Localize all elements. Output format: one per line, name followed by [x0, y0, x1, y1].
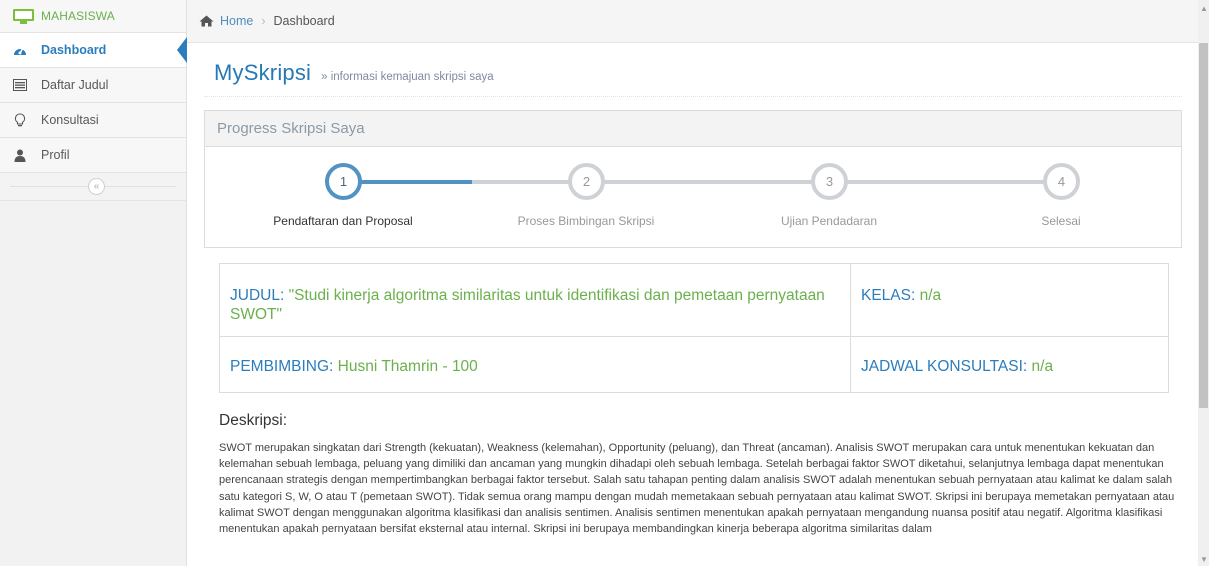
jadwal-cell: JADWAL KONSULTASI: n/a — [861, 357, 1053, 376]
sidebar-item-dashboard[interactable]: Dashboard — [0, 33, 187, 68]
kelas-label: KELAS: — [861, 287, 916, 304]
sidebar: MAHASISWA Dashboard Daftar Judul Konsult… — [0, 0, 187, 566]
sidebar-collapse: « — [0, 173, 186, 201]
progress-widget-title: Progress Skripsi Saya — [205, 111, 1181, 147]
deskripsi-heading: Deskripsi: — [219, 412, 288, 429]
jadwal-label: JADWAL KONSULTASI: — [861, 358, 1028, 375]
progress-widget: Progress Skripsi Saya 1 2 3 4 Pendaftara… — [204, 110, 1182, 248]
page-header: MySkripsi » informasi kemajuan skripsi s… — [204, 52, 1182, 97]
step-circle-3: 3 — [811, 163, 848, 200]
page-title: MySkripsi — [214, 60, 312, 85]
judul-value: "Studi kinerja algoritma similaritas unt… — [230, 287, 825, 323]
scroll-up-icon[interactable]: ▲ — [1200, 4, 1208, 13]
judul-cell: JUDUL: "Studi kinerja algoritma similari… — [230, 286, 840, 324]
step-circle-1: 1 — [325, 163, 362, 200]
step-circle-4: 4 — [1043, 163, 1080, 200]
step-label-2: Proses Bimbingan Skripsi — [517, 214, 655, 228]
sidebar-item-daftar-judul[interactable]: Daftar Judul — [0, 68, 186, 103]
collapse-sidebar-button[interactable]: « — [88, 178, 105, 195]
sidebar-header-label: MAHASISWA — [41, 9, 115, 23]
monitor-icon — [13, 8, 34, 24]
vertical-scrollbar[interactable]: ▲ ▼ — [1198, 0, 1209, 566]
breadcrumb-separator: › — [261, 14, 266, 28]
sidebar-header: MAHASISWA — [0, 0, 186, 33]
user-icon — [13, 148, 27, 162]
skripsi-info-table: JUDUL: "Studi kinerja algoritma similari… — [219, 263, 1169, 393]
list-icon — [13, 78, 27, 92]
sidebar-item-profil[interactable]: Profil — [0, 138, 186, 173]
step-track-pending — [472, 180, 1061, 184]
sidebar-item-label: Profil — [41, 148, 70, 162]
sidebar-item-label: Daftar Judul — [41, 78, 109, 92]
step-circle-2: 2 — [568, 163, 605, 200]
pembimbing-value: Husni Thamrin - 100 — [333, 358, 478, 375]
breadcrumb: Home › Dashboard — [187, 0, 1198, 43]
scroll-down-icon[interactable]: ▼ — [1200, 555, 1208, 564]
step-label-1: Pendaftaran dan Proposal — [273, 214, 413, 228]
page-subtitle: » informasi kemajuan skripsi saya — [321, 71, 494, 83]
step-track-done — [345, 180, 472, 184]
scrollbar-thumb[interactable] — [1199, 43, 1208, 408]
jadwal-value: n/a — [1027, 358, 1054, 375]
progress-steps: 1 2 3 4 Pendaftaran dan Proposal Proses … — [205, 147, 1181, 247]
pembimbing-cell: PEMBIMBING: Husni Thamrin - 100 — [230, 357, 478, 376]
sidebar-item-konsultasi[interactable]: Konsultasi — [0, 103, 186, 138]
deskripsi-text: SWOT merupakan singkatan dari Strength (… — [219, 442, 1175, 536]
kelas-cell: KELAS: n/a — [861, 286, 941, 305]
sidebar-item-label: Dashboard — [41, 43, 107, 57]
step-label-3: Ujian Pendadaran — [780, 214, 878, 228]
sidebar-item-label: Konsultasi — [41, 113, 99, 127]
kelas-value: n/a — [915, 287, 942, 304]
pembimbing-label: PEMBIMBING: — [230, 358, 334, 375]
home-icon[interactable] — [199, 15, 214, 27]
lightbulb-icon — [13, 113, 27, 127]
judul-label: JUDUL: — [230, 287, 285, 304]
breadcrumb-home-link[interactable]: Home — [220, 14, 253, 28]
breadcrumb-current: Dashboard — [273, 14, 335, 28]
step-label-4: Selesai — [1041, 214, 1081, 228]
dashboard-icon — [13, 43, 27, 57]
